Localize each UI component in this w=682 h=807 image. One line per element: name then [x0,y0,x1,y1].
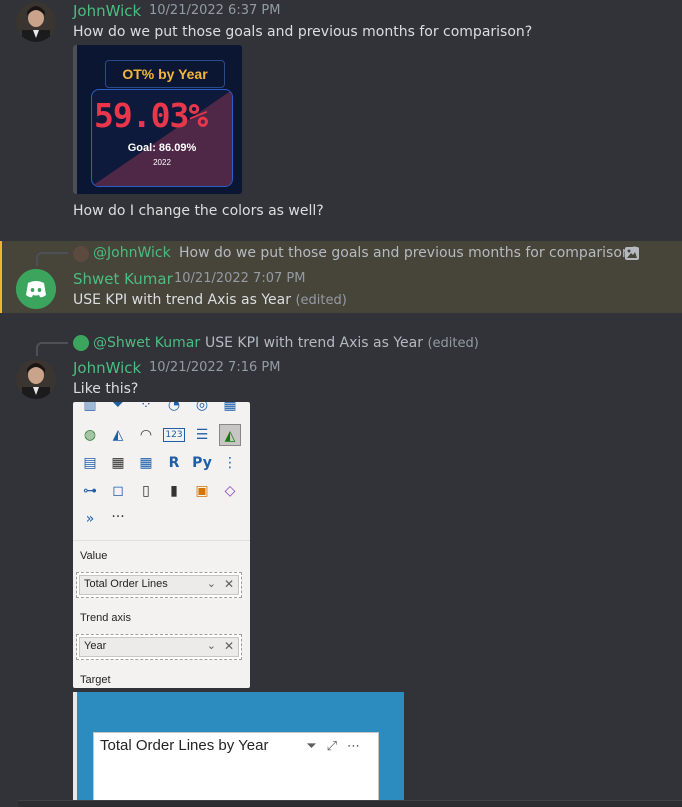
more-options-icon[interactable]: ⋯ [347,739,370,754]
reply-preview-text[interactable]: How do we put those goals and previous m… [179,245,638,261]
r-script-visual-icon[interactable]: R [163,452,185,474]
chevron-down-icon[interactable]: ⌄ [207,639,216,652]
trend-axis-well-label: Trend axis [80,612,131,624]
qa-visual-icon[interactable]: ◻ [107,480,129,502]
card-visual-icon[interactable]: 123 [163,428,185,442]
message-username[interactable]: JohnWick [73,359,141,377]
trend-field-chip[interactable]: Year ⌄ ✕ [79,637,239,657]
kpi-title: OT% by Year [105,60,225,88]
message-body: USE KPI with trend Axis as Year [73,292,292,308]
value-well-label: Value [80,550,108,562]
focus-mode-icon[interactable]: ⤢ [327,739,347,754]
chevron-down-icon[interactable]: ⌄ [207,577,216,590]
scatter-visual-icon[interactable]: ⁘ [135,402,157,416]
kpi-value: 59.03% [94,96,208,135]
matrix-table-visual-icon[interactable]: ▦ [135,452,157,474]
treemap-visual-icon[interactable]: ▦ [219,402,241,416]
message-text: Like this? [73,381,139,397]
avatar-shwet-kumar[interactable] [16,269,56,309]
message-timestamp: 10/21/2022 7:07 PM [174,271,306,286]
image-icon [625,247,639,260]
reply-preview-text[interactable]: USE KPI with trend Axis as Year (edited) [205,335,479,351]
more-visuals-icon[interactable]: ··· [107,506,129,528]
reply-mention[interactable]: @JohnWick [93,245,171,261]
avatar-image [16,359,56,399]
value-field-chip[interactable]: Total Order Lines ⌄ ✕ [79,575,239,595]
kpi-visual-icon[interactable]: ◭ [219,424,241,446]
avatar-image [16,2,56,42]
visual-header-icons: ⏷⤢⋯ [306,739,370,754]
value-field-name: Total Order Lines [84,578,168,590]
discord-logo-icon [16,269,56,309]
map-visual-icon[interactable]: ◍ [79,424,101,446]
target-well-label: Target [80,674,111,686]
filled-map-visual-icon[interactable]: ◭ [107,424,129,446]
multirow-card-visual-icon[interactable]: ☰ [191,424,213,446]
reply-mention[interactable]: @Shwet Kumar [93,335,200,351]
edited-marker: (edited) [295,293,347,308]
key-influencers-visual-icon[interactable]: ⋮ [219,452,241,474]
donut-visual-icon[interactable]: ◎ [191,402,213,416]
message-followup-text: How do I change the colors as well? [73,203,324,219]
reply-connector [36,342,68,356]
attached-image-kpi[interactable]: OT% by Year 59.03% Goal: 86.09% 2022 [73,45,242,194]
close-icon[interactable]: ✕ [224,577,234,591]
reply-avatar-discord [73,335,89,351]
message-username[interactable]: JohnWick [73,2,141,20]
power-automate-visual-icon[interactable]: » [79,508,101,530]
slicer-visual-icon[interactable]: ▤ [79,452,101,474]
metrics-visual-icon[interactable]: ▣ [191,480,213,502]
value-well[interactable]: Total Order Lines ⌄ ✕ [76,572,242,598]
visual-title: Total Order Lines by Year [100,737,269,754]
attached-image-visualizations-pane[interactable]: ▥ ⏷ ⁘ ◔ ◎ ▦ ◍ ◭ ◠ 123 ☰ ◭ ▤ ▦ ▦ R Py ⋮ ⊶… [73,402,250,688]
message-text: USE KPI with trend Axis as Year (edited) [73,292,347,308]
message-username[interactable]: Shwet Kumar [73,270,173,288]
trend-axis-well[interactable]: Year ⌄ ✕ [76,634,242,660]
table-visual-icon[interactable]: ▦ [107,452,129,474]
close-icon[interactable]: ✕ [224,639,234,653]
decomposition-tree-visual-icon[interactable]: ⊶ [79,480,101,502]
trend-field-name: Year [84,640,107,652]
kpi-goal: Goal: 86.09% [127,142,197,154]
pie-visual-icon[interactable]: ◔ [163,402,185,416]
pane-divider [73,540,250,541]
power-apps-visual-icon[interactable]: ◇ [219,480,241,502]
report-visual: Total Order Lines by Year ⏷⤢⋯ [93,732,379,806]
reply-edited-marker: (edited) [427,336,479,351]
reply-preview-body: USE KPI with trend Axis as Year [205,335,424,351]
kpi-year: 2022 [153,158,171,167]
reply-connector [36,252,68,266]
message-timestamp: 10/21/2022 6:37 PM [149,3,281,18]
paginated-report-visual-icon[interactable]: ▮ [163,480,185,502]
avatar-johnwick[interactable] [16,359,56,399]
message-text: How do we put those goals and previous m… [73,24,533,40]
python-visual-icon[interactable]: Py [191,452,213,474]
reply-avatar [73,246,89,262]
avatar-johnwick[interactable] [16,2,56,42]
kpi-card: 59.03% Goal: 86.09% 2022 [91,89,233,187]
message-timestamp: 10/21/2022 7:16 PM [149,360,281,375]
gauge-visual-icon[interactable]: ◠ [135,424,157,446]
funnel-visual-icon[interactable]: ⏷ [107,402,129,416]
filter-icon[interactable]: ⏷ [306,739,326,754]
narrative-visual-icon[interactable]: ▯ [135,480,157,502]
matrix-visual-icon[interactable]: ▥ [79,402,101,416]
attached-image-report[interactable]: Total Order Lines by Year ⏷⤢⋯ [73,692,404,806]
